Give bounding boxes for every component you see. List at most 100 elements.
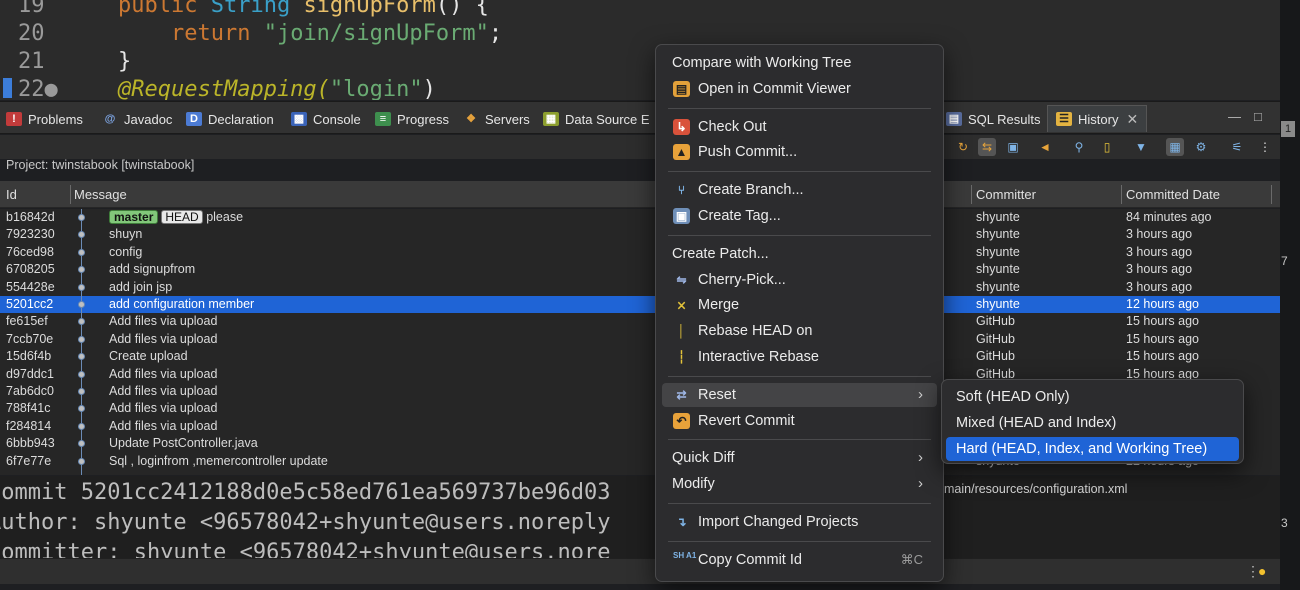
menu-item-create-tag[interactable]: ▣ Create Tag... <box>662 204 937 228</box>
menu-separator <box>668 234 931 236</box>
menu-item-label: Import Changed Projects <box>698 514 859 530</box>
commit-message-text: Create upload <box>109 349 188 364</box>
code-text: } <box>118 48 131 76</box>
table-row[interactable]: 76ced98 config shyunte 3 hours ago <box>0 244 1280 261</box>
sha1-icon: SH A1 <box>673 550 697 560</box>
committed-date-cell: 3 hours ago <box>1126 279 1193 294</box>
menu-item-cherry-pick[interactable]: ⇋ Cherry-Pick... <box>662 268 937 292</box>
minimize-icon[interactable]: — <box>1228 109 1241 124</box>
commit-message-cell: Add files via upload <box>109 400 217 417</box>
maximize-icon[interactable]: □ <box>1254 109 1262 124</box>
code-token: "login" <box>329 77 423 100</box>
menu-item-interactive-rebase[interactable]: ┆ Interactive Rebase <box>662 345 937 369</box>
column-header-message[interactable]: Message <box>74 187 127 202</box>
tab-javadoc[interactable]: @ Javadoc <box>102 109 173 129</box>
tab-console[interactable]: ▩ Console <box>291 109 361 129</box>
commit-id-cell: 5201cc2 <box>6 297 54 311</box>
merge-view-icon[interactable]: ⚟ <box>1228 138 1246 156</box>
cherry-pick-icon: ⇋ <box>676 272 687 287</box>
console-icon: ▩ <box>291 112 307 126</box>
commit-graph-node <box>78 422 85 430</box>
table-row[interactable]: 7923230 shuyn shyunte 3 hours ago <box>0 226 1280 243</box>
menu-item-compare-with-working-tree[interactable]: Compare with Working Tree <box>662 51 937 75</box>
commit-details-pane[interactable]: commit 5201cc2412188d0e5c58ed761ea569737… <box>0 476 1280 558</box>
menu-item-revert-commit[interactable]: ↶ Revert Commit <box>662 409 937 433</box>
column-header-id[interactable]: Id <box>6 187 17 202</box>
close-icon[interactable]: ✕ <box>1126 111 1138 128</box>
menu-separator <box>668 439 931 441</box>
link-with-selection-icon[interactable]: ⇆ <box>978 138 996 156</box>
show-details-icon[interactable]: ▦ <box>1166 138 1184 156</box>
column-header-committer[interactable]: Committer <box>976 187 1036 202</box>
commit-message-cell: Create upload <box>109 348 188 365</box>
menu-item-label: Create Branch... <box>698 182 804 199</box>
menu-item-merge[interactable]: ⨯ Merge <box>662 293 937 317</box>
file-filter-icon[interactable]: ▯ <box>1098 138 1116 156</box>
code-editor[interactable]: 19 public String signUpForm() {20 return … <box>0 0 1280 100</box>
table-row[interactable]: b16842d master HEAD please shyunte 84 minute… <box>0 209 1280 226</box>
table-row[interactable]: 5201cc2 add configuration member shyunte 12… <box>0 296 1280 314</box>
committer-line: Committer: shyunte <96578042+shyunte@use… <box>0 540 611 558</box>
tab-history[interactable]: ☰ History ✕ <box>1047 105 1148 132</box>
view-menu-icon[interactable]: ⋮ <box>1256 138 1274 156</box>
column-divider[interactable] <box>971 185 972 204</box>
declaration-icon: D <box>186 112 202 126</box>
code-token: return <box>118 21 264 46</box>
commit-id-cell: 15d6f4b <box>6 349 52 364</box>
project-label: Project: twinstabook [twinstabook] <box>6 158 195 172</box>
refresh-icon[interactable]: ↻ <box>954 138 972 156</box>
tab-data-source[interactable]: ▦ Data Source E <box>543 109 650 129</box>
menu-item-label: Interactive Rebase <box>698 349 819 365</box>
table-row[interactable]: fe615ef Add files via upload GitHub 15 hour… <box>0 313 1280 330</box>
tab-progress[interactable]: ≡ Progress <box>375 109 449 129</box>
menu-item-modify[interactable]: Modify › <box>662 472 937 496</box>
tab-servers[interactable]: ❖ Servers <box>463 109 530 129</box>
menu-item-create-branch[interactable]: ⑂ Create Branch... <box>662 178 937 202</box>
committed-date-cell: 3 hours ago <box>1126 244 1193 259</box>
committed-date-cell: 15 hours ago <box>1126 331 1199 346</box>
menu-separator <box>668 503 931 504</box>
menu-item-rebase-head-on[interactable]: │ Rebase HEAD on <box>662 319 937 343</box>
menu-item-label: Rebase HEAD on <box>698 323 813 340</box>
menu-item-open-in-commit-viewer[interactable]: ▤ Open in Commit Viewer <box>662 77 937 101</box>
commit-graph-node <box>78 214 85 221</box>
menu-item-copy-commit-id[interactable]: SH A1 Copy Commit Id ⌘C <box>662 548 937 572</box>
table-row[interactable]: 554428e add join jsp shyunte 3 hours ago <box>0 279 1280 296</box>
column-divider[interactable] <box>1121 185 1122 204</box>
menu-item-import-changed-projects[interactable]: ↴ Import Changed Projects <box>662 510 937 534</box>
commit-message-cell: config <box>109 244 142 261</box>
lightbulb-icon[interactable]: ● <box>1258 563 1266 579</box>
submenu-item-mixed-head-and-index[interactable]: Mixed (HEAD and Index) <box>946 411 1239 435</box>
column-divider[interactable] <box>70 185 71 204</box>
filter-icon[interactable]: ▼ <box>1132 138 1150 156</box>
table-row[interactable]: 15d6f4b Create upload GitHub 15 hours ago <box>0 348 1280 365</box>
menu-item-reset[interactable]: ⇄ Reset › <box>662 382 937 407</box>
menu-item-create-patch[interactable]: Create Patch... <box>662 242 937 266</box>
search-icon[interactable]: ⚲ <box>1070 138 1088 156</box>
reset-submenu: Soft (HEAD Only) Mixed (HEAD and Index) Ha… <box>941 379 1244 464</box>
commit-id-cell: b16842d <box>6 210 55 224</box>
tab-sql-results[interactable]: ▤ SQL Results <box>946 109 1041 129</box>
servers-icon: ❖ <box>466 113 476 125</box>
submenu-item-soft-head-only[interactable]: Soft (HEAD Only) <box>946 385 1239 409</box>
changed-file-path[interactable]: main/resources/configuration.xml <box>944 482 1127 496</box>
show-all-branches-icon[interactable]: ◄ <box>1036 138 1054 156</box>
commit-hash-line: commit 5201cc2412188d0e5c58ed761ea569737… <box>0 480 611 505</box>
tab-problems[interactable]: ! Problems <box>6 109 83 129</box>
submenu-item-hard-head-index-and-working-tree[interactable]: Hard (HEAD, Index, and Working Tree) <box>946 437 1239 461</box>
branch-graph-icon[interactable]: ⚙ <box>1192 138 1210 156</box>
tab-declaration[interactable]: D Declaration <box>186 109 274 129</box>
menu-item-label: Merge <box>698 297 740 314</box>
merge-icon: ⨯ <box>676 298 687 313</box>
code-token: signUpForm <box>303 0 436 18</box>
compare-mode-icon[interactable]: ▣ <box>1004 138 1022 156</box>
column-divider[interactable] <box>1271 185 1272 204</box>
menu-item-quick-diff[interactable]: Quick Diff › <box>662 446 937 470</box>
table-row[interactable]: 6708205 add signupfrom shyunte 3 hours ago <box>0 261 1280 278</box>
menu-item-push-commit[interactable]: ▲ Push Commit... <box>662 140 937 164</box>
code-token: public <box>118 0 211 18</box>
column-header-committed-date[interactable]: Committed Date <box>1126 187 1220 202</box>
table-row[interactable]: 7ccb70e Add files via upload GitHub 15 hour… <box>0 331 1280 348</box>
tab-label: Progress <box>397 111 450 127</box>
menu-item-check-out[interactable]: ↳ Check Out <box>662 115 937 139</box>
